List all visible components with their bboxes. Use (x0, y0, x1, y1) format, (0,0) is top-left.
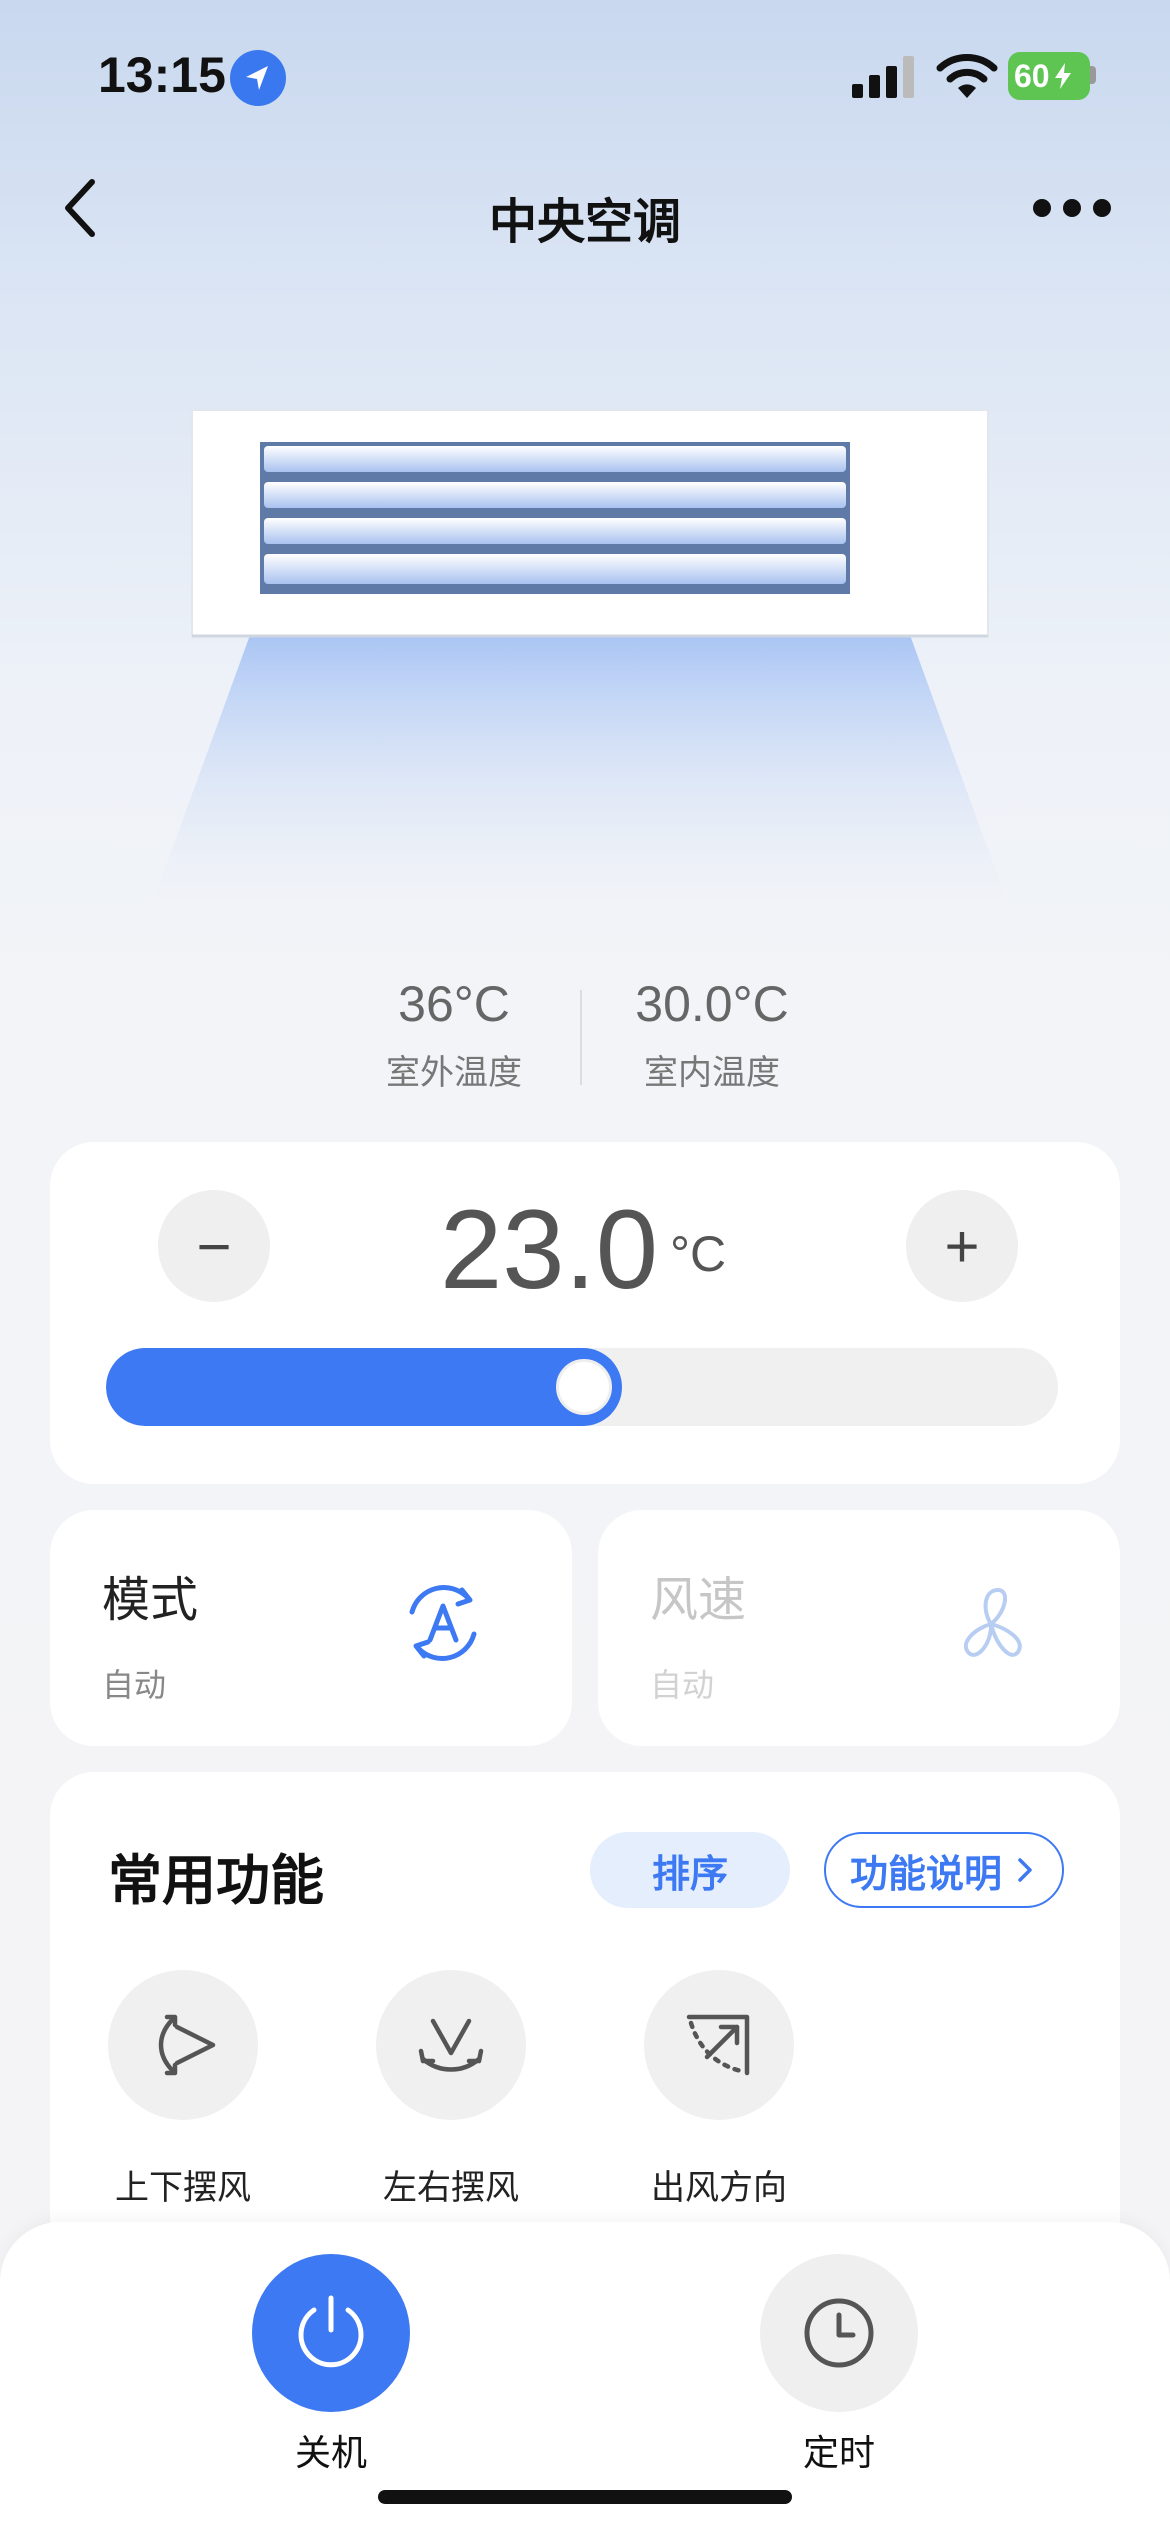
temp-slider-fill (106, 1348, 622, 1426)
air-conditioner-illustration (150, 409, 1010, 910)
sort-button[interactable]: 排序 (590, 1832, 790, 1908)
signal-icon (852, 56, 914, 98)
power-button[interactable] (252, 2254, 410, 2412)
increase-temp-button[interactable]: + (906, 1190, 1018, 1302)
vertical-swing-button[interactable] (108, 1970, 258, 2120)
battery-icon: 60 (1008, 52, 1090, 100)
setpoint-value: 23.0 (440, 1187, 658, 1312)
outdoor-temp-label: 室外温度 (386, 1053, 522, 1093)
mode-value: 自动 (102, 1666, 167, 1704)
horizontal-swing-button[interactable] (376, 1970, 526, 2120)
fan-speed-value: 自动 (650, 1666, 715, 1704)
status-time: 13:15 (98, 47, 226, 103)
chevron-right-icon (1018, 1858, 1032, 1882)
battery-tip (1090, 66, 1096, 84)
outdoor-temp: 36°C (398, 976, 510, 1032)
airflow-direction-button[interactable] (644, 1970, 794, 2120)
battery-level: 60 (1014, 57, 1050, 94)
fan-speed-title: 风速 (650, 1572, 747, 1628)
functions-title: 常用功能 (108, 1849, 324, 1912)
power-icon (298, 2295, 364, 2368)
temp-slider-knob[interactable] (556, 1359, 612, 1415)
more-icon[interactable] (1032, 196, 1112, 220)
vertical-swing-label: 上下摆风 (115, 2168, 251, 2208)
function-help-label: 功能说明 (849, 1851, 1002, 1896)
location-icon (230, 50, 286, 106)
indoor-temp-block: 30.0°C 室内温度 (582, 975, 842, 1094)
function-help-button[interactable]: 功能说明 (824, 1832, 1064, 1908)
airflow-direction-label: 出风方向 (651, 2168, 787, 2208)
fan-icon (964, 1588, 1022, 1657)
outdoor-temp-block: 36°C 室外温度 (324, 975, 584, 1094)
indoor-temp-label: 室内温度 (644, 1053, 780, 1093)
bottom-bar (0, 2222, 1170, 2532)
auto-mode-icon (409, 1585, 477, 1661)
mode-card[interactable]: 模式 自动 (50, 1510, 572, 1746)
horizontal-swing-icon (418, 2018, 484, 2072)
power-label: 关机 (294, 2433, 367, 2474)
setpoint-unit: °C (670, 1226, 727, 1282)
fan-speed-card[interactable]: 风速 自动 (598, 1510, 1120, 1746)
decrease-temp-button[interactable]: − (158, 1190, 270, 1302)
home-indicator (378, 2490, 792, 2504)
airflow-direction-icon (686, 2014, 750, 2076)
horizontal-swing-label: 左右摆风 (383, 2168, 519, 2208)
wifi-icon (936, 54, 998, 98)
clock-icon (804, 2298, 874, 2368)
page-title: 中央空调 (488, 194, 681, 250)
timer-button[interactable] (760, 2254, 918, 2412)
mode-title: 模式 (102, 1572, 199, 1628)
vertical-swing-icon (158, 2014, 216, 2076)
indoor-temp: 30.0°C (635, 976, 789, 1032)
timer-label: 定时 (802, 2433, 875, 2474)
